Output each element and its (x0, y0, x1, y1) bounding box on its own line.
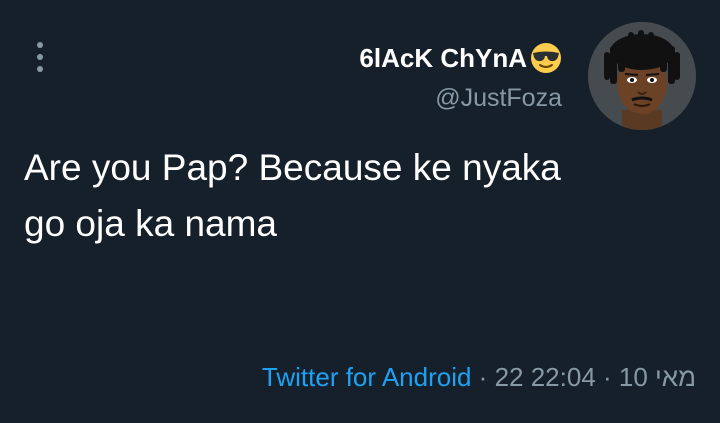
avatar[interactable] (588, 22, 696, 130)
meta-separator: · (595, 362, 619, 392)
display-name-row[interactable]: 6lAcK ChYnA (359, 38, 562, 78)
display-name[interactable]: 6lAcK ChYnA (359, 43, 527, 74)
meta-separator: · (471, 362, 495, 392)
user-handle[interactable]: @JustFoza (359, 84, 562, 113)
profile-avatar-icon (588, 22, 696, 130)
author-block[interactable]: 6lAcK ChYnA @JustFoza (359, 38, 562, 113)
menu-dot (37, 42, 43, 48)
tweet-time[interactable]: 22:04 (531, 362, 596, 392)
tweet-card: 6lAcK ChYnA @JustFoza Are you Pap? Becau… (0, 0, 720, 423)
tweet-text-line: Are you Pap? Because ke nyaka (24, 147, 561, 188)
tweet-text: Are you Pap? Because ke nyaka go oja ka … (24, 140, 704, 252)
tweet-text-line: go oja ka nama (24, 203, 278, 244)
more-options-icon[interactable] (30, 42, 50, 72)
tweet-meta: Twitter for Android · 22 מאי 10 · 22:04 (262, 362, 696, 393)
source-link[interactable]: Twitter for Android (262, 362, 472, 392)
menu-dot (37, 54, 43, 60)
menu-dot (37, 66, 43, 72)
sunglasses-emoji-icon (531, 43, 561, 73)
